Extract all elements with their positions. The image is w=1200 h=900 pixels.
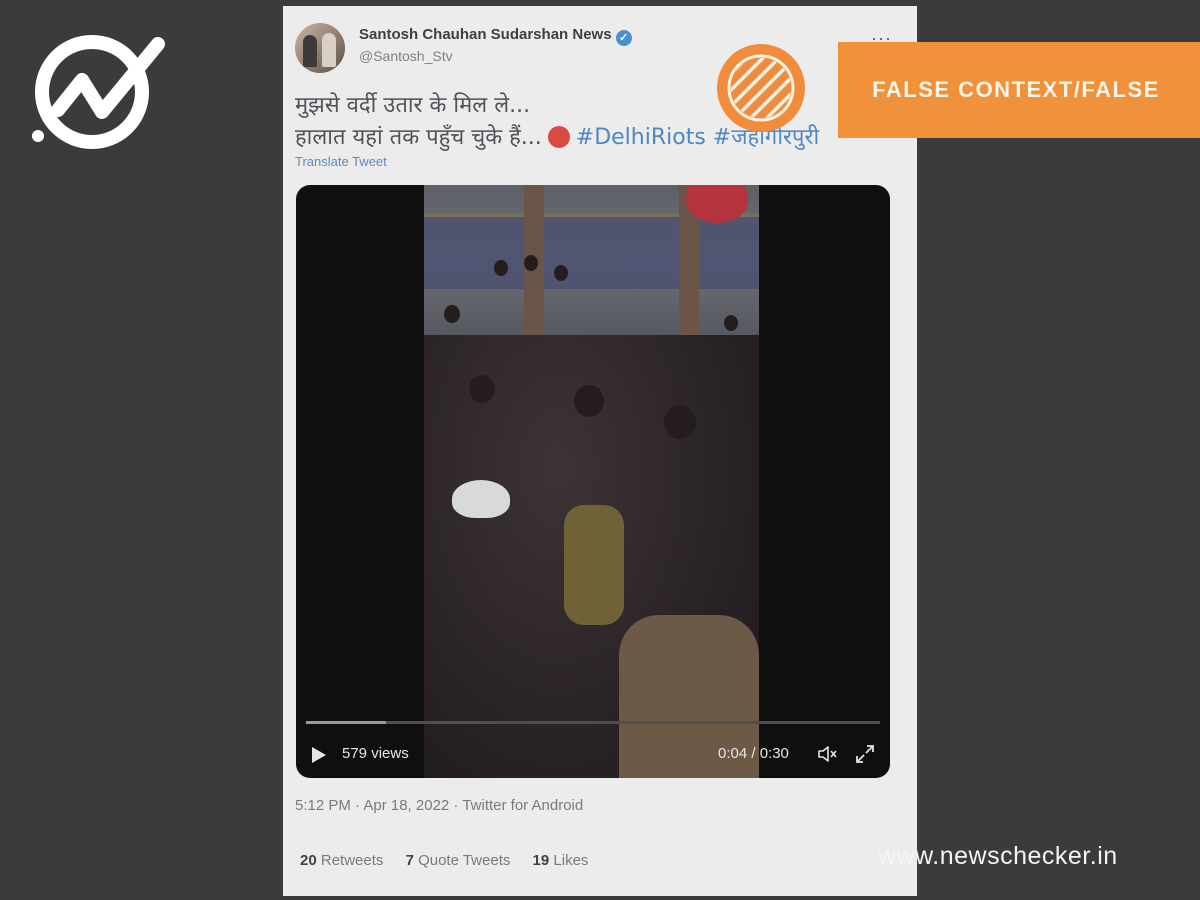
author-handle[interactable]: @Santosh_Stv — [359, 48, 453, 64]
angry-emoji-icon — [547, 126, 570, 148]
video-player[interactable]: 579 views 0:04 / 0:30 — [296, 185, 890, 778]
quote-tweets-stat[interactable]: 7 Quote Tweets — [406, 852, 511, 869]
video-controls: 579 views 0:04 / 0:30 — [296, 741, 890, 769]
video-frame — [424, 185, 759, 778]
hashtag-delhiriots[interactable]: #DelhiRiots — [576, 125, 706, 150]
retweets-count: 20 — [300, 852, 317, 869]
tweet-card: Santosh Chauhan Sudarshan News ✓ @Santosh… — [283, 6, 917, 896]
volume-icon[interactable] — [816, 743, 838, 765]
avatar[interactable] — [295, 23, 345, 73]
quote-tweets-count: 7 — [405, 852, 414, 869]
author-name[interactable]: Santosh Chauhan Sudarshan News ✓ — [359, 26, 632, 46]
verdict-label: FALSE CONTEXT/FALSE — [838, 42, 1200, 138]
tweet-stats: 20 Retweets 7 Quote Tweets 19 Likes — [300, 852, 606, 869]
tweet-text-line2-content: हालात यहां तक पहुँच चुके हैं... — [295, 125, 542, 150]
author-name-text[interactable]: Santosh Chauhan Sudarshan News — [359, 26, 612, 43]
fullscreen-icon[interactable] — [854, 743, 876, 765]
retweets-label: Retweets — [320, 852, 384, 869]
verdict-label-text: FALSE CONTEXT/FALSE — [872, 77, 1160, 102]
quote-tweets-label: Quote Tweets — [418, 852, 511, 869]
video-time: 0:04 / 0:30 — [718, 745, 789, 762]
likes-count: 19 — [532, 852, 550, 869]
tweet-text-line2: हालात यहां तक पहुँच चुके हैं... #DelhiRio… — [295, 122, 895, 154]
video-progress-bar[interactable] — [306, 721, 880, 724]
verdict-stripes-icon — [727, 54, 795, 122]
site-url[interactable]: www.newschecker.in — [878, 842, 1118, 871]
likes-label: Likes — [553, 852, 589, 869]
likes-stat[interactable]: 19 Likes — [533, 852, 589, 869]
translate-tweet-link[interactable]: Translate Tweet — [295, 154, 387, 169]
video-views: 579 views — [342, 745, 409, 762]
tweet-meta[interactable]: 5:12 PM · Apr 18, 2022 · Twitter for And… — [295, 797, 583, 814]
verified-icon: ✓ — [615, 30, 632, 46]
newschecker-logo-icon — [32, 35, 165, 149]
tweet-text: मुझसे वर्दी उतार के मिल ले... हालात यहां… — [295, 90, 895, 154]
video-progress-fill — [306, 721, 387, 724]
tweet-text-line1: मुझसे वर्दी उतार के मिल ले... — [295, 93, 531, 118]
verdict-badge — [717, 44, 805, 132]
play-icon[interactable] — [312, 747, 326, 763]
retweets-stat[interactable]: 20 Retweets — [300, 852, 383, 869]
